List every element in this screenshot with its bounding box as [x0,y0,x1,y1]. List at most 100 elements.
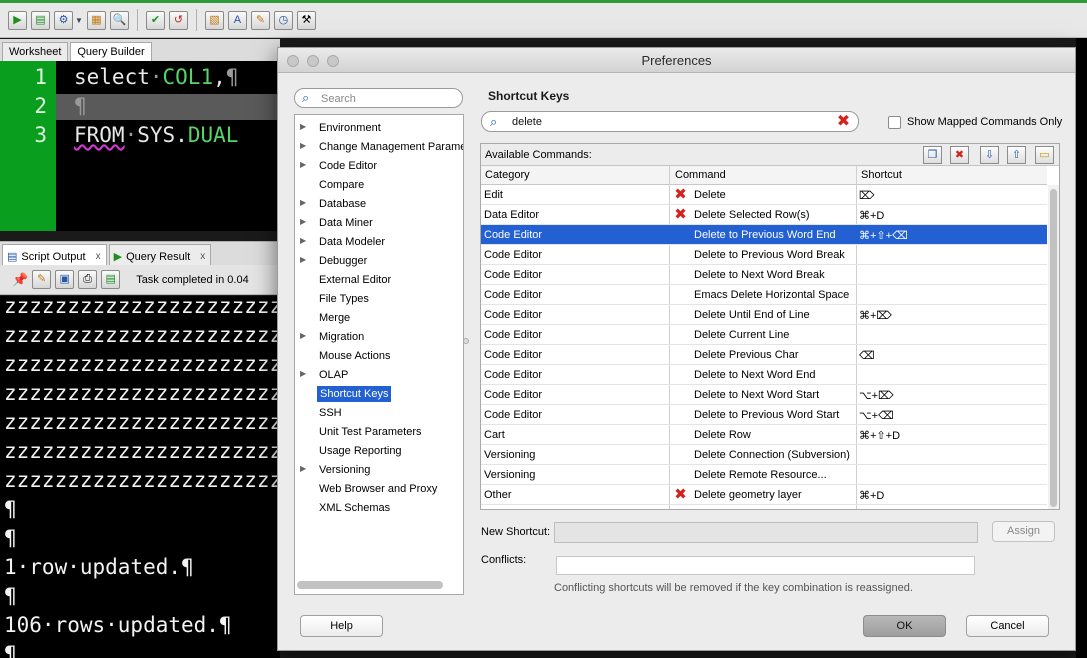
tree-item[interactable]: ▶ Debugger [295,252,463,271]
chevron-right-icon[interactable]: ▶ [300,217,306,226]
tab-script-output[interactable]: ▤ Script Output x [2,244,107,265]
table-row[interactable]: Cart Delete Row ⌘+⇧+D [481,425,1047,445]
tree-item[interactable]: Usage Reporting [295,442,463,461]
table-row-partial[interactable] [481,505,1047,509]
table-row[interactable]: Versioning Delete Remote Resource... [481,465,1047,485]
table-row[interactable]: Code Editor Delete Previous Char ⌫ [481,345,1047,365]
commit-icon[interactable]: ⚙ [54,10,73,30]
tree-item[interactable]: ▶ Migration [295,328,463,347]
script-output-pane[interactable]: zzzzzzzzzzzzzzzzzzzzzz zzzzzzzzzzzzzzzzzz… [0,296,280,658]
print-icon[interactable]: ⎙ [78,270,98,289]
pin-icon[interactable]: 📌 [12,272,28,288]
sql-editor[interactable]: 1 2 3 select·COL1,¶ ¶ FROM·SYS.DUAL [0,61,280,231]
run-statement-icon[interactable]: ▶ [8,10,27,30]
shortcut-search-input[interactable] [512,114,822,130]
tree-item[interactable]: ▶ Data Modeler [295,233,463,252]
format-case-icon[interactable]: A [227,10,247,30]
dialog-titlebar[interactable]: Preferences [278,48,1075,73]
scrollbar-thumb[interactable] [1050,189,1057,507]
table-row[interactable]: Code Editor Delete to Next Word Start ⌥+⌦ [481,385,1047,405]
tree-item[interactable]: Unit Test Parameters [295,423,463,442]
assign-button[interactable]: Assign [992,521,1055,542]
explain-plan-icon[interactable]: ▦ [86,10,106,30]
sql-tuning-icon[interactable]: ▧ [204,10,224,30]
preferences-tree[interactable]: ▶ Environment ▶ Change Management Paramete ▶… [294,114,464,595]
table-row[interactable]: Edit ✖ Delete ⌦ [481,185,1047,205]
chevron-right-icon[interactable]: ▶ [300,198,306,207]
tree-item[interactable]: ▶ OLAP [295,366,463,385]
chevron-right-icon[interactable]: ▶ [300,141,306,150]
chevron-right-icon[interactable]: ▶ [300,160,306,169]
export-icon[interactable]: ▤ [101,270,121,289]
table-row[interactable]: Code Editor Delete Until End of Line ⌘+⌦ [481,305,1047,325]
chevron-right-icon[interactable]: ▶ [300,122,306,131]
column-header-shortcut[interactable]: Shortcut [861,169,902,181]
erase-icon[interactable]: ✎ [32,270,52,289]
autotrace-icon[interactable]: 🔍 [109,10,129,30]
tree-item[interactable]: Compare [295,176,463,195]
tools-icon[interactable]: ⚒ [296,10,316,30]
column-header-category[interactable]: Category [485,169,530,181]
table-vertical-scrollbar[interactable] [1048,185,1059,509]
chevron-right-icon[interactable]: ▶ [300,464,306,473]
chevron-right-icon[interactable]: ▶ [300,331,306,340]
tree-item[interactable]: Mouse Actions [295,347,463,366]
import-icon[interactable]: ⇩ [980,146,999,164]
table-row[interactable]: Code Editor Emacs Delete Horizontal Space [481,285,1047,305]
remove-icon[interactable]: ✖ [950,146,969,164]
tab-worksheet[interactable]: Worksheet [2,42,69,61]
help-button[interactable]: Help [300,615,383,637]
tree-item[interactable]: Merge [295,309,463,328]
save-icon[interactable]: ▣ [55,270,75,289]
tree-item[interactable]: ▶ Versioning [295,461,463,480]
tree-item[interactable]: SSH [295,404,463,423]
tree-item[interactable]: XML Schemas [295,499,463,518]
copy-icon[interactable]: ❐ [923,146,942,164]
clear-icon[interactable]: ✎ [250,10,270,30]
commit-transaction-icon[interactable]: ✔ [145,10,165,30]
ok-button[interactable]: OK [863,615,946,637]
folder-icon[interactable]: ▭ [1035,146,1054,164]
tree-item[interactable]: ▶ Database [295,195,463,214]
splitter-handle[interactable] [463,338,469,344]
tree-item[interactable]: ▶ Change Management Paramete [295,138,463,157]
rollback-icon[interactable]: ↺ [168,10,188,30]
history-icon[interactable]: ◷ [273,10,293,30]
tree-item[interactable]: ▶ Code Editor [295,157,463,176]
run-script-icon[interactable]: ▤ [31,10,50,30]
preferences-search-input[interactable] [321,91,457,106]
chevron-right-icon[interactable]: ▶ [300,255,306,264]
table-row[interactable]: Data Editor ✖ Delete Selected Row(s) ⌘+D [481,205,1047,225]
clear-search-icon[interactable]: ✖ [835,113,852,130]
chevron-down-icon[interactable]: ▼ [75,16,83,25]
tab-query-result[interactable]: ▶ Query Result x [108,244,212,265]
tree-item[interactable]: Web Browser and Proxy [295,480,463,499]
tree-item[interactable]: External Editor [295,271,463,290]
show-mapped-checkbox[interactable] [888,116,901,129]
preferences-search[interactable]: ⌕ [294,88,463,108]
close-icon[interactable]: x [200,251,205,262]
table-row[interactable]: Code Editor Delete to Previous Word Break [481,245,1047,265]
shortcut-search[interactable]: ⌕ ✖ [481,111,859,132]
table-row[interactable]: Code Editor Delete to Next Word End [481,365,1047,385]
cancel-button[interactable]: Cancel [966,615,1049,637]
table-row[interactable]: Code Editor Delete Current Line [481,325,1047,345]
table-row[interactable]: Code Editor Delete to Next Word Break [481,265,1047,285]
tab-query-builder[interactable]: Query Builder [70,42,152,61]
export-icon[interactable]: ⇧ [1007,146,1026,164]
table-row[interactable]: Code Editor Delete to Previous Word End ⌘+… [481,225,1047,245]
tree-item[interactable]: ▶ Data Miner [295,214,463,233]
column-header-command[interactable]: Command [675,169,726,181]
chevron-right-icon[interactable]: ▶ [300,369,306,378]
table-row[interactable]: Other ✖ Delete geometry layer ⌘+D [481,485,1047,505]
tree-item[interactable]: File Types [295,290,463,309]
tree-item[interactable]: ▶ Environment [295,119,463,138]
tree-item[interactable]: Shortcut Keys [295,385,463,404]
chevron-right-icon[interactable]: ▶ [300,236,306,245]
table-row[interactable]: Code Editor Delete to Previous Word Start… [481,405,1047,425]
table-row[interactable]: Versioning Delete Connection (Subversion) [481,445,1047,465]
tree-item-label: Code Editor [319,160,378,172]
new-shortcut-field[interactable] [554,522,978,543]
close-icon[interactable]: x [96,251,101,262]
tree-horizontal-scrollbar[interactable] [297,581,443,589]
